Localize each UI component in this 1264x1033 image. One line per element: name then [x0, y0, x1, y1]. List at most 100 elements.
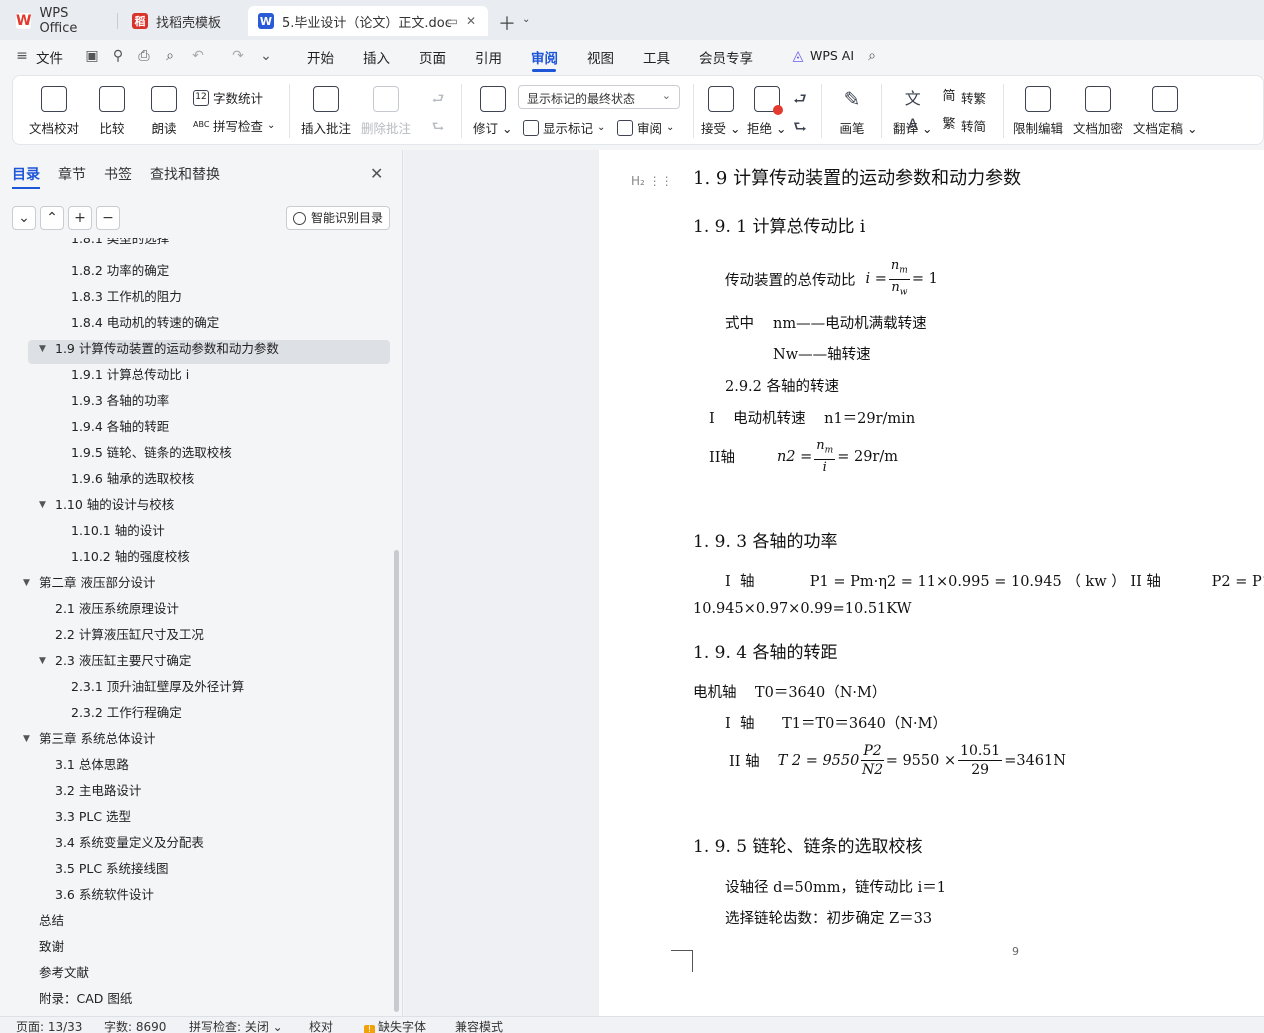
toc-item[interactable]: 1.9.6 轴承的选取校核	[71, 468, 194, 490]
monitor-icon[interactable]: ▭	[447, 14, 458, 28]
toc-item[interactable]: 1.9.5 链轮、链条的选取校核	[71, 442, 232, 464]
show-markup-button[interactable]: 显示标记 ⌄	[523, 118, 605, 137]
toc-item[interactable]: 2.2 计算液压缸尺寸及工况	[55, 624, 204, 646]
redo-icon[interactable]: ↷	[230, 48, 246, 64]
tab-wps-office[interactable]: W WPS Office	[6, 6, 118, 36]
toc-item[interactable]: 1.8.4 电动机的转速的确定	[71, 312, 219, 334]
ink-button[interactable]: ✎ 画笔	[839, 86, 865, 137]
next-comment-button[interactable]: ⮑	[429, 114, 447, 140]
toc-item[interactable]: 1.8.1 类型的选择	[71, 238, 169, 250]
translate-button[interactable]: 文A 翻译 ⌄	[893, 86, 932, 137]
toc-item[interactable]: 附录：CAD 图纸	[39, 988, 132, 1010]
encrypt-button[interactable]: 文档加密	[1073, 86, 1123, 137]
share-icon[interactable]: ⚲	[110, 48, 126, 64]
toc-item[interactable]: 1.9.3 各轴的功率	[71, 390, 169, 412]
heading-style-marker[interactable]: H₂ ⋮⋮	[631, 174, 673, 188]
tab-docer[interactable]: 稻 找稻壳模板	[122, 6, 244, 36]
toc-item[interactable]: ▼ 第三章 系统总体设计	[23, 728, 155, 750]
tab-toc[interactable]: 目录	[12, 164, 40, 184]
markup-display-select[interactable]: 显示标记的最终状态 ⌄	[518, 85, 680, 109]
toc-item[interactable]: 2.1 液压系统原理设计	[55, 598, 179, 620]
undo-icon[interactable]: ↶	[190, 48, 206, 64]
wps-ai-icon[interactable]: ◬	[790, 48, 806, 64]
finalize-button[interactable]: 文档定稿 ⌄	[1133, 86, 1197, 137]
smart-toc-button[interactable]: 智能识别目录	[286, 206, 390, 230]
expand-toggle-icon[interactable]: ▼	[39, 338, 46, 360]
spell-check-button[interactable]: ABC 拼写检查 ⌄	[193, 116, 275, 135]
word-count-indicator[interactable]: 字数: 8690	[104, 1018, 166, 1033]
restrict-edit-button[interactable]: 限制编辑	[1013, 86, 1063, 137]
toc-item[interactable]: 1.9.1 计算总传动比 i	[71, 364, 189, 386]
expand-up-button[interactable]: ⌃	[40, 206, 64, 230]
close-tab-icon[interactable]: ✕	[466, 14, 476, 28]
menu-wps-ai[interactable]: WPS AI	[810, 48, 854, 63]
toc-scrollbar[interactable]	[394, 550, 399, 1012]
menu-reference[interactable]: 引用	[475, 47, 502, 67]
expand-toggle-icon[interactable]: ▼	[39, 494, 46, 516]
toc-item[interactable]: 总结	[39, 910, 64, 932]
toc-item[interactable]: 3.3 PLC 选型	[55, 806, 131, 828]
tab-document[interactable]: W 5.毕业设计（论文）正文.doc ▭ ✕	[248, 6, 488, 36]
save-icon[interactable]: ▣	[84, 48, 100, 64]
menu-review[interactable]: 审阅	[531, 47, 558, 67]
word-count-button[interactable]: 12 字数统计	[193, 88, 263, 107]
toc-item[interactable]: 1.10.1 轴的设计	[71, 520, 165, 542]
print-preview-icon[interactable]: ⌕	[162, 48, 178, 64]
menu-view[interactable]: 视图	[587, 47, 614, 67]
toc-item[interactable]: 1.8.3 工作机的阻力	[71, 286, 182, 308]
customize-dropdown-icon[interactable]: ⌄	[258, 48, 274, 64]
menu-start[interactable]: 开始	[307, 47, 334, 67]
compare-button[interactable]: 比较	[99, 86, 125, 137]
tab-sections[interactable]: 章节	[58, 164, 86, 184]
document-page[interactable]: H₂ ⋮⋮ 1. 9 计算传动装置的运动参数和动力参数 1. 9. 1 计算总传…	[599, 150, 1264, 1016]
expand-toggle-icon[interactable]: ▼	[23, 572, 30, 594]
add-heading-button[interactable]: +	[68, 206, 92, 230]
proofread-status[interactable]: 校对	[309, 1018, 333, 1033]
reject-button[interactable]: 拒绝 ⌄	[747, 86, 786, 137]
toc-item[interactable]: 3.1 总体思路	[55, 754, 129, 776]
chevron-down-icon[interactable]: ⌄	[522, 14, 530, 25]
next-change-button[interactable]: ⮑	[791, 114, 809, 140]
toc-item[interactable]: ▼ 1.10 轴的设计与校核	[39, 494, 174, 516]
menu-file[interactable]: 文件	[36, 47, 63, 67]
toc-item[interactable]: ▼ 1.9 计算传动装置的运动参数和动力参数	[39, 338, 279, 360]
missing-font-status[interactable]: ! 缺失字体	[364, 1018, 426, 1033]
read-aloud-button[interactable]: 朗读	[151, 86, 177, 137]
expand-toggle-icon[interactable]: ▼	[23, 728, 30, 750]
toc-item[interactable]: ▼ 第二章 液压部分设计	[23, 572, 155, 594]
prev-change-button[interactable]: ⮐	[791, 86, 809, 112]
prev-comment-button[interactable]: ⮐	[429, 86, 447, 112]
menu-insert[interactable]: 插入	[363, 47, 390, 67]
doc-proofread-button[interactable]: 文档校对	[29, 86, 79, 137]
delete-comment-button[interactable]: 删除批注	[361, 86, 411, 137]
tab-bookmarks[interactable]: 书签	[104, 164, 132, 184]
toc-item[interactable]: 3.5 PLC 系统接线图	[55, 858, 169, 880]
expand-toggle-icon[interactable]: ▼	[39, 650, 46, 672]
hamburger-icon[interactable]: ≡	[14, 48, 30, 64]
toc-item[interactable]: 3.6 系统软件设计	[55, 884, 154, 906]
toc-item[interactable]: 1.9.4 各轴的转距	[71, 416, 169, 438]
insert-comment-button[interactable]: 插入批注	[301, 86, 351, 137]
accept-button[interactable]: 接受 ⌄	[701, 86, 740, 137]
to-traditional-button[interactable]: 简 转繁	[941, 88, 986, 107]
review-pane-button[interactable]: 审阅 ⌄	[617, 118, 674, 137]
toc-item[interactable]: 2.3.1 顶升油缸壁厚及外径计算	[71, 676, 244, 698]
new-tab-icon[interactable]: ＋	[498, 10, 516, 36]
menu-page[interactable]: 页面	[419, 47, 446, 67]
print-icon[interactable]: ⎙	[136, 48, 152, 64]
menu-tools[interactable]: 工具	[643, 47, 670, 67]
to-simplified-button[interactable]: 繁 转简	[941, 116, 986, 135]
remove-heading-button[interactable]: −	[96, 206, 120, 230]
close-icon[interactable]: ✕	[370, 164, 383, 183]
page-indicator[interactable]: 页面: 13/33	[16, 1018, 82, 1033]
toc-item[interactable]: ▼ 2.3 液压缸主要尺寸确定	[39, 650, 191, 672]
track-changes-button[interactable]: 修订 ⌄	[473, 86, 512, 137]
spell-check-status[interactable]: 拼写检查: 关闭 ⌄	[189, 1018, 283, 1033]
toc-item[interactable]: 参考文献	[39, 962, 89, 984]
toc-item[interactable]: 1.8.2 功率的确定	[71, 260, 169, 282]
collapse-all-button[interactable]: ⌄	[12, 206, 36, 230]
toc-item[interactable]: 致谢	[39, 936, 64, 958]
toc-item[interactable]: 3.4 系统变量定义及分配表	[55, 832, 204, 854]
menu-member[interactable]: 会员专享	[699, 47, 753, 67]
toc-item[interactable]: 3.2 主电路设计	[55, 780, 141, 802]
